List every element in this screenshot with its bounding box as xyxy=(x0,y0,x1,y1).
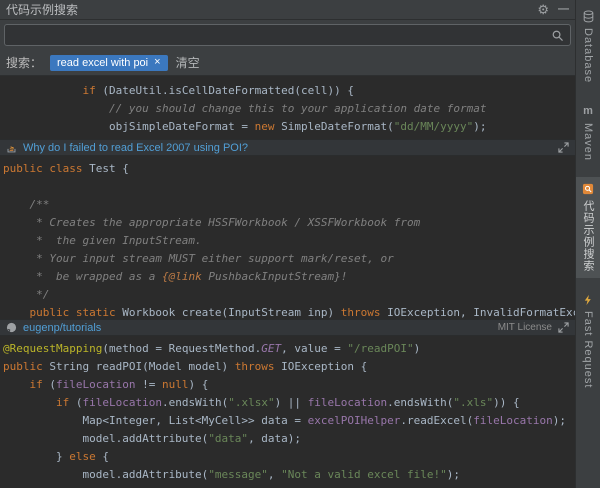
code-search-tool-window: 代码示例搜索 ⚙ — 搜索： read excel with poi × 清空 … xyxy=(0,0,600,488)
clear-button[interactable]: 清空 xyxy=(176,54,200,71)
code-line: model.addAttribute("message", "Not a val… xyxy=(3,468,460,481)
search-field[interactable] xyxy=(4,24,571,46)
code-line: public static Workbook create(InputStrea… xyxy=(29,306,576,319)
result-title-link[interactable]: eugenp/tutorials xyxy=(23,322,101,334)
github-icon xyxy=(6,322,17,333)
code-snippet-stackoverflow[interactable]: public class Test { /** * Creates the ap… xyxy=(0,156,575,319)
result-header-github: eugenp/tutorials MIT License xyxy=(0,319,575,336)
tool-window-title: 代码示例搜索 xyxy=(6,3,79,17)
license-badge: MIT License xyxy=(497,322,552,333)
fast-request-icon xyxy=(582,294,594,306)
main-panel: 代码示例搜索 ⚙ — 搜索： read excel with poi × 清空 … xyxy=(0,0,575,488)
search-history-row: 搜索： read excel with poi × 清空 xyxy=(0,50,575,76)
code-line: /** xyxy=(3,198,50,211)
code-search-plugin-icon xyxy=(582,183,594,195)
stripe-tab-label: 代码示例搜索 xyxy=(582,200,594,273)
code-line: model.addAttribute("data", data); xyxy=(3,432,302,445)
search-icon xyxy=(551,29,564,42)
code-snippet-previous[interactable]: if (DateUtil.isCellDateFormatted(cell)) … xyxy=(0,76,575,139)
code-line: * the given InputStream. xyxy=(3,234,202,247)
stripe-tab-label: Maven xyxy=(582,123,594,162)
search-term-text: read excel with poi xyxy=(57,56,149,69)
search-input[interactable] xyxy=(11,28,551,42)
code-line: objSimpleDateFormat = new SimpleDateForm… xyxy=(3,120,487,133)
code-line: } else { xyxy=(3,450,109,463)
code-line: if (fileLocation.endsWith(".xlsx") || fi… xyxy=(55,396,520,409)
stripe-tab-label: Database xyxy=(582,28,594,84)
stripe-tab-code-search[interactable]: 代码示例搜索 xyxy=(576,177,600,279)
code-line: public String readPOI(Model model) throw… xyxy=(3,360,368,373)
code-line: * be wrapped as a {@link PushbackInputSt… xyxy=(3,270,348,283)
search-history-label: 搜索： xyxy=(6,56,43,70)
expand-icon[interactable] xyxy=(558,322,569,333)
hide-icon[interactable]: — xyxy=(558,4,569,15)
result-header-stackoverflow: Why do I failed to read Excel 2007 using… xyxy=(0,139,575,156)
code-line: @RequestMapping(method = RequestMethod.G… xyxy=(3,342,421,355)
stripe-tab-database[interactable]: Database xyxy=(576,4,600,89)
code-line: public class Test { xyxy=(3,162,129,175)
database-icon xyxy=(582,10,595,23)
expand-icon[interactable] xyxy=(558,142,569,153)
code-line: // you should change this to your applic… xyxy=(3,102,487,115)
tool-window-stripe: Database m Maven 代码示例搜索 Fast Request xyxy=(575,0,600,488)
code-line: * Your input stream MUST either support … xyxy=(3,252,394,265)
stackoverflow-icon xyxy=(6,142,17,153)
result-title-link[interactable]: Why do I failed to read Excel 2007 using… xyxy=(23,142,248,154)
stripe-tab-fast-request[interactable]: Fast Request xyxy=(576,288,600,394)
stripe-tab-maven[interactable]: m Maven xyxy=(576,99,600,167)
stripe-tab-label: Fast Request xyxy=(582,311,594,389)
search-term-chip[interactable]: read excel with poi × xyxy=(50,54,168,71)
search-bar xyxy=(0,20,575,50)
tool-window-header: 代码示例搜索 ⚙ — xyxy=(0,0,575,20)
maven-icon: m xyxy=(583,105,593,118)
code-line: if (fileLocation != null) { xyxy=(29,378,209,391)
code-line: if (DateUtil.isCellDateFormatted(cell)) … xyxy=(82,84,355,97)
code-line: * Creates the appropriate HSSFWorkbook /… xyxy=(3,216,421,229)
gear-icon[interactable]: ⚙ xyxy=(537,3,549,16)
code-line: Map<Integer, List<MyCell>> data = excelP… xyxy=(3,414,566,427)
code-snippet-github[interactable]: @RequestMapping(method = RequestMethod.G… xyxy=(0,336,575,488)
chip-close-icon[interactable]: × xyxy=(154,57,160,68)
code-line: */ xyxy=(3,288,50,301)
